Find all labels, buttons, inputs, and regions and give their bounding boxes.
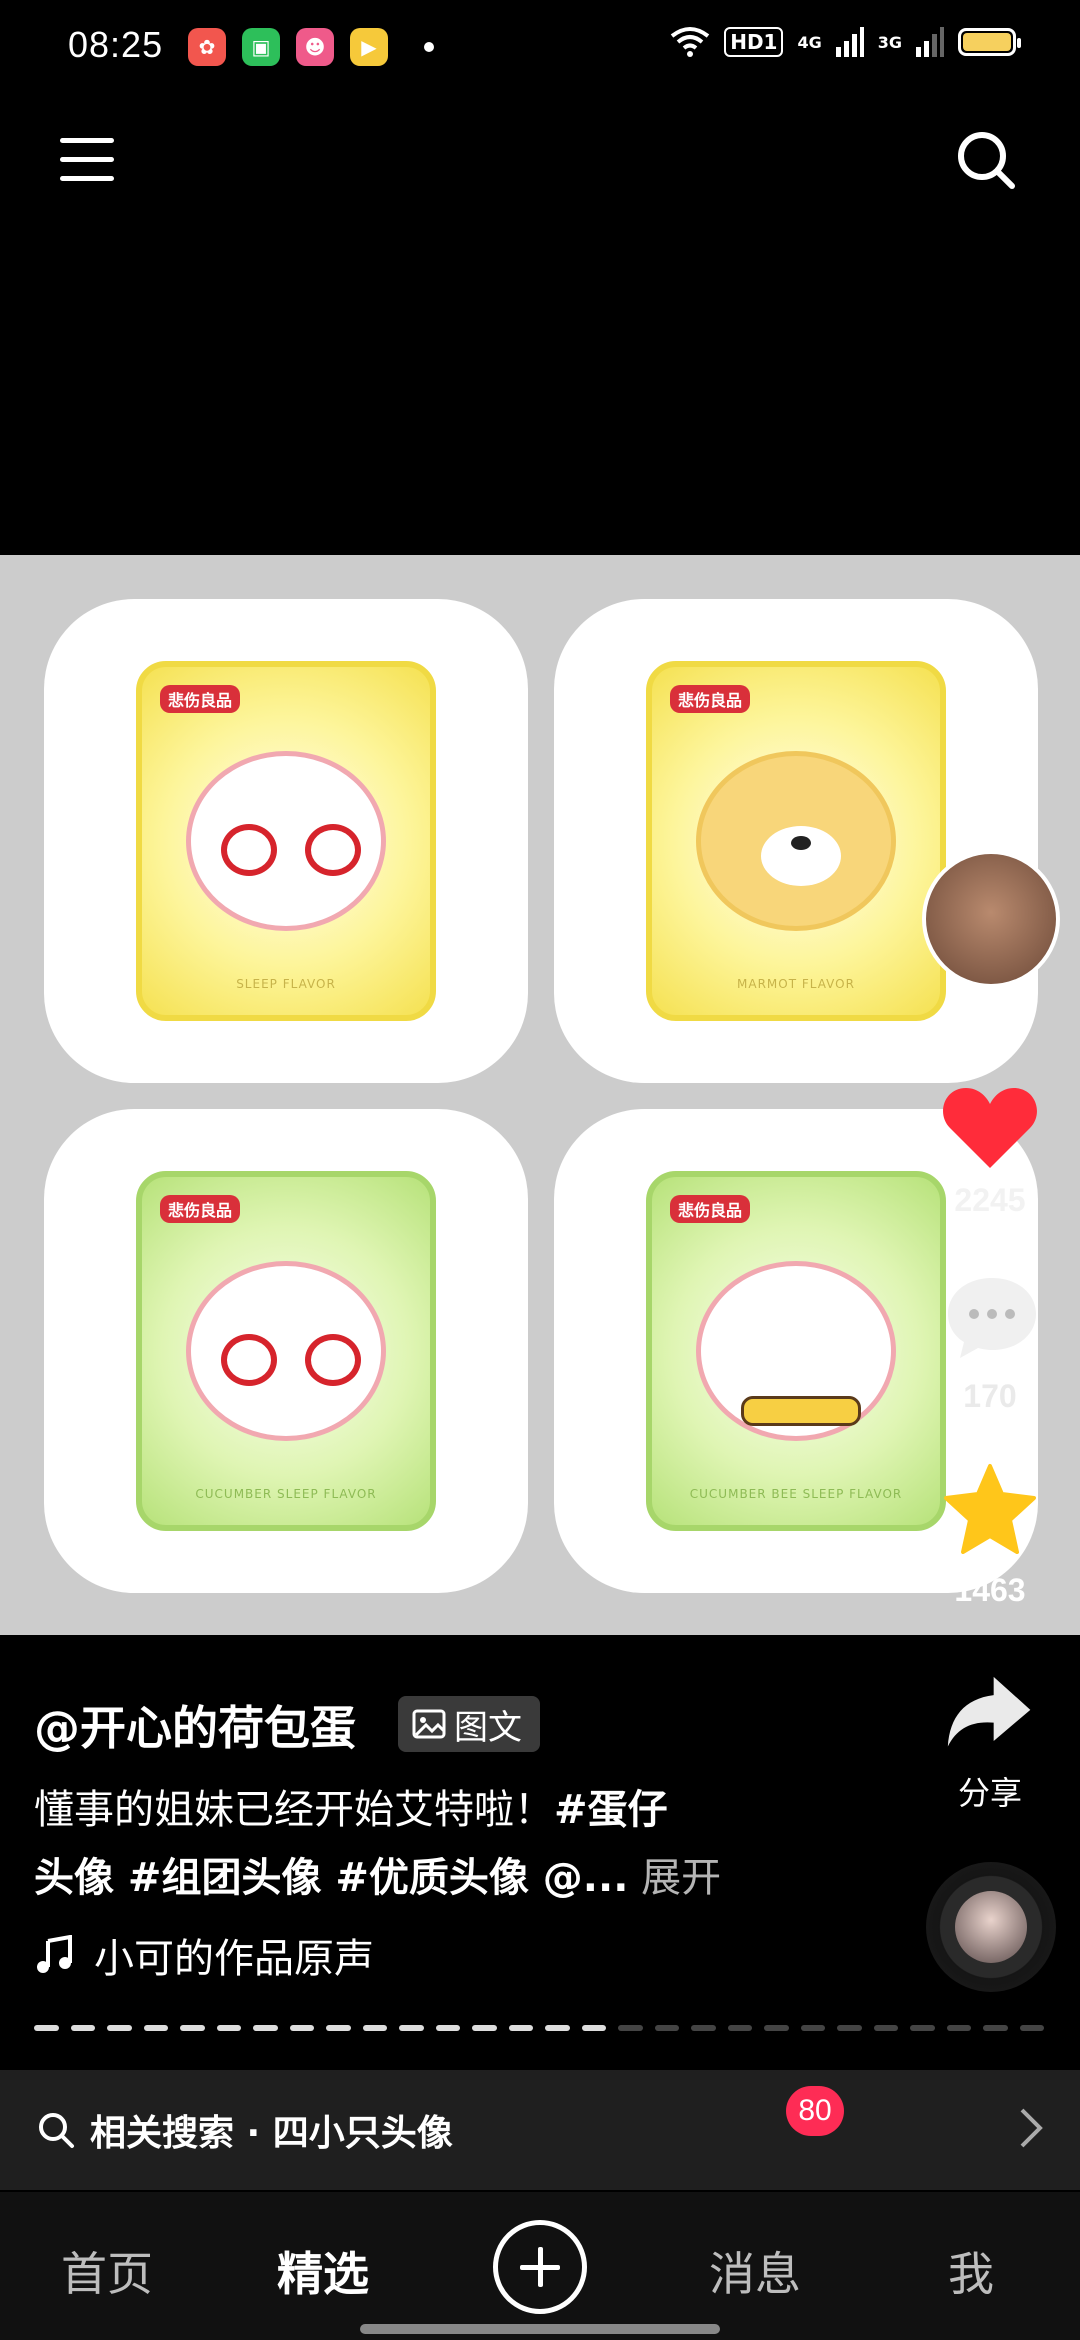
snack-pack-image: 悲伤良品 CUCUMBER SLEEP FLAVOR: [136, 1171, 436, 1531]
brand-label: 悲伤良品: [160, 685, 241, 713]
status-bar: 08:25 ✿ ▣ ☻ ▶ HD1 4G 3G: [0, 0, 1080, 96]
hashtags-line[interactable]: 头像 #组团头像 #优质头像 @...: [34, 1855, 628, 1901]
music-note-icon: [37, 1935, 72, 1973]
brand-label: 悲伤良品: [160, 1195, 241, 1223]
like-count: 2245: [954, 1182, 1026, 1218]
avatar-tile: 悲伤良品 SLEEP FLAVOR: [44, 599, 528, 1083]
post-type-tag: 图文: [398, 1696, 540, 1752]
snack-pack-image: 悲伤良品 SLEEP FLAVOR: [136, 661, 436, 1021]
nav-home[interactable]: 首页: [32, 2238, 182, 2304]
signal-icon: [835, 27, 864, 57]
expand-button[interactable]: 展开: [641, 1855, 721, 1901]
post-image[interactable]: 悲伤良品 SLEEP FLAVOR 悲伤良品 MARMOT FLAVOR 悲伤良…: [0, 555, 1080, 1635]
nav-me[interactable]: 我: [896, 2238, 1046, 2304]
author-avatar[interactable]: [922, 850, 1060, 988]
home-indicator[interactable]: [360, 2324, 720, 2334]
music-disc[interactable]: [926, 1862, 1056, 1992]
related-search-label: 相关搜索 · 四小只头像: [90, 2113, 453, 2154]
pig-bee-face-image: [696, 1261, 896, 1441]
search-icon[interactable]: [954, 128, 1018, 192]
image-icon: [412, 1709, 446, 1739]
snack-pack-image: 悲伤良品 CUCUMBER BEE SLEEP FLAVOR: [646, 1171, 946, 1531]
messages-badge: 80: [786, 2086, 844, 2136]
flavor-label: MARMOT FLAVOR: [737, 977, 855, 991]
star-icon[interactable]: [942, 1462, 1038, 1554]
music-title: 小可的作品原声: [94, 1936, 374, 1982]
share-icon[interactable]: [930, 1664, 1050, 1774]
brand-label: 悲伤良品: [670, 685, 751, 713]
signal-3g-icon: 3G: [877, 32, 902, 52]
pig-face-image: [186, 1261, 386, 1441]
system-status: HD1 4G 3G: [670, 26, 1021, 58]
flavor-label: CUCUMBER SLEEP FLAVOR: [195, 1487, 377, 1501]
brand-label: 悲伤良品: [670, 1195, 751, 1223]
author-name[interactable]: @开心的荷包蛋: [34, 1692, 356, 1758]
heart-icon[interactable]: [940, 1082, 1040, 1172]
snack-pack-image: 悲伤良品 MARMOT FLAVOR: [646, 661, 946, 1021]
signal-4g-icon: 4G: [797, 32, 822, 52]
notification-icons: ✿ ▣ ☻ ▶: [188, 28, 434, 66]
pig-face-image: [186, 751, 386, 931]
menu-icon[interactable]: [60, 138, 114, 186]
bottom-nav: 首页 精选 消息 我: [0, 2192, 1080, 2340]
app-notification-icon: ▶: [350, 28, 388, 66]
app-notification-icon: ✿: [188, 28, 226, 66]
wifi-icon: [670, 27, 710, 57]
music-info[interactable]: 小可的作品原声: [34, 1926, 374, 1984]
post-type-label: 图文: [454, 1707, 522, 1748]
favorite-count: 1463: [954, 1572, 1026, 1608]
flavor-label: SLEEP FLAVOR: [236, 977, 336, 991]
nav-featured[interactable]: 精选: [248, 2238, 398, 2304]
flavor-label: CUCUMBER BEE SLEEP FLAVOR: [689, 1487, 903, 1501]
status-time: 08:25: [68, 24, 164, 65]
music-cover-avatar: [955, 1891, 1027, 1963]
signal-icon: [916, 27, 944, 57]
related-search-bar[interactable]: 相关搜索 · 四小只头像: [0, 2070, 1080, 2190]
comment-icon[interactable]: [944, 1272, 1040, 1360]
image-progress: [34, 2025, 1044, 2031]
share-label[interactable]: 分享: [930, 1768, 1050, 1814]
caption-text: 懂事的姐妹已经开始艾特啦！: [34, 1787, 554, 1833]
app-notification-icon: ☻: [296, 28, 334, 66]
comment-count: 170: [963, 1378, 1017, 1414]
hd-icon: HD1: [724, 27, 784, 57]
post-caption[interactable]: 懂事的姐妹已经开始艾特啦！#蛋仔 头像 #组团头像 #优质头像 @... 展开: [34, 1776, 774, 1912]
more-notifications-dot: [424, 42, 434, 52]
bear-face-image: [696, 751, 896, 931]
create-plus-icon[interactable]: [493, 2220, 587, 2314]
battery-icon: [958, 28, 1021, 56]
avatar-tile: 悲伤良品 MARMOT FLAVOR: [554, 599, 1038, 1083]
hashtag[interactable]: #蛋仔: [554, 1787, 668, 1833]
search-icon: [39, 2113, 74, 2148]
avatar-tile: 悲伤良品 CUCUMBER SLEEP FLAVOR: [44, 1109, 528, 1593]
chevron-right-icon: [1020, 2108, 1043, 2148]
app-notification-icon: ▣: [242, 28, 280, 66]
nav-messages[interactable]: 消息: [680, 2238, 830, 2304]
